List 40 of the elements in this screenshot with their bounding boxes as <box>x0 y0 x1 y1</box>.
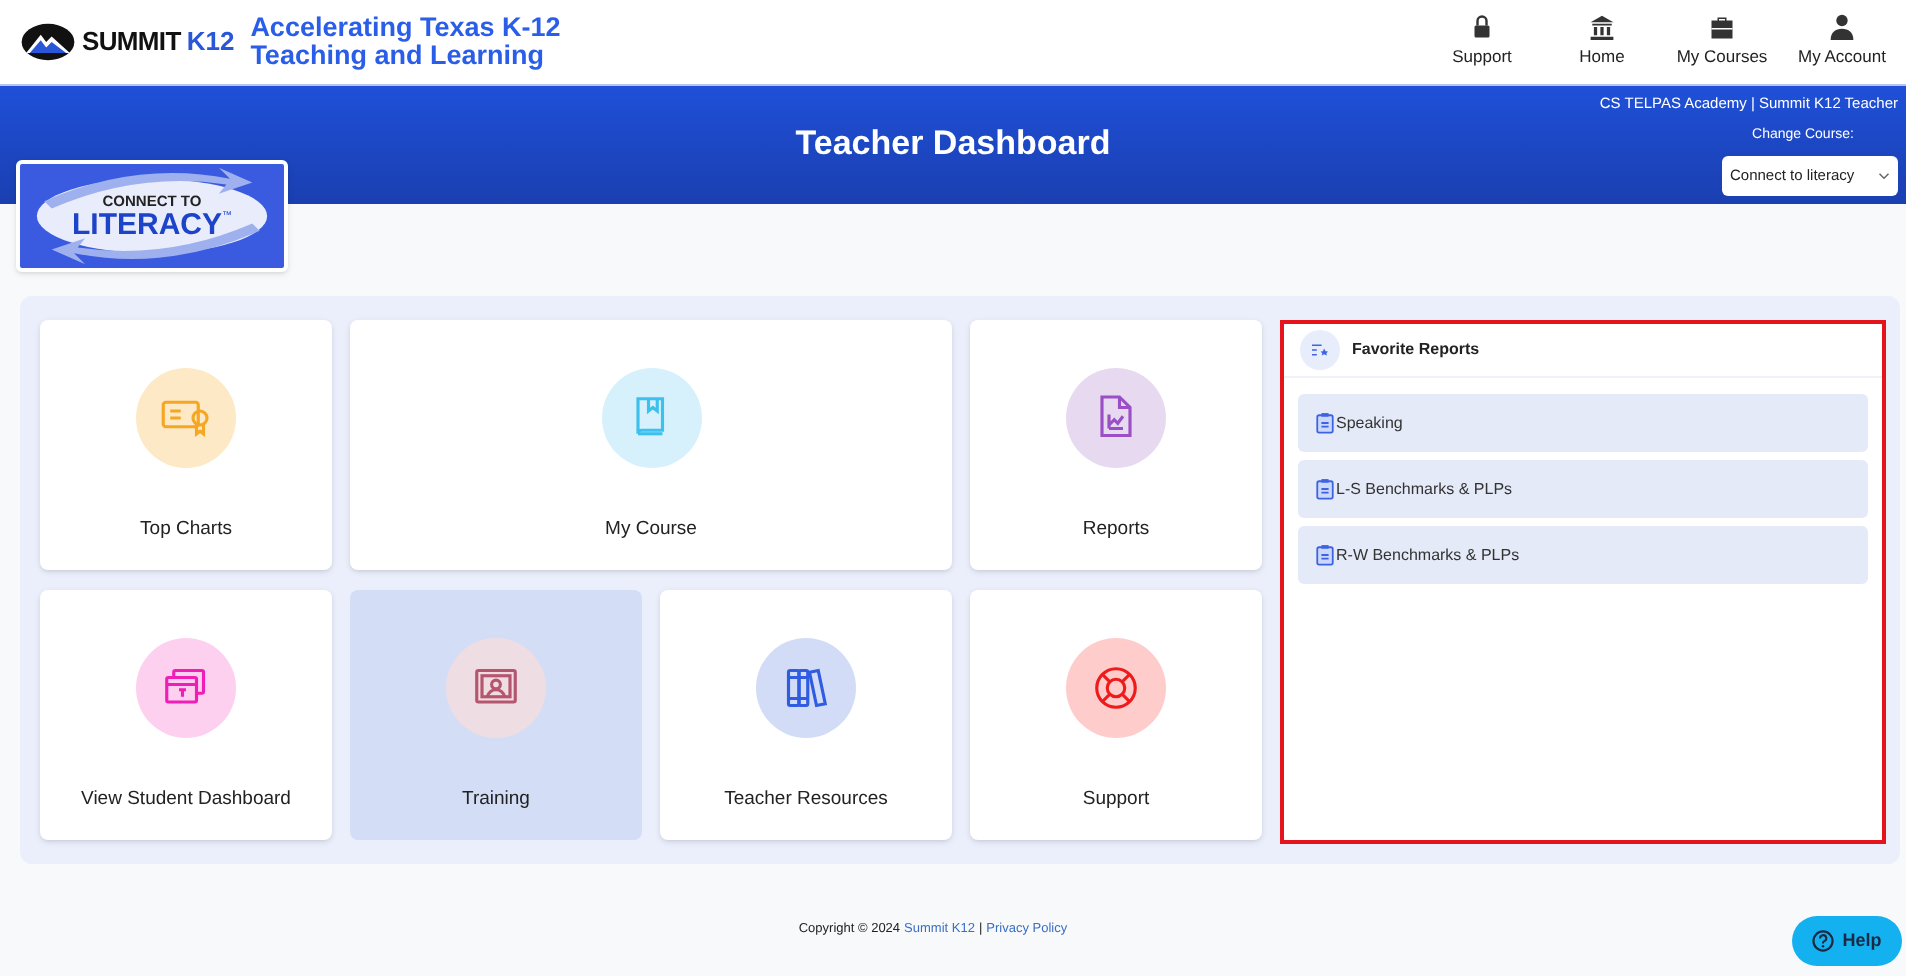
lock-icon <box>1470 14 1494 41</box>
tile-label: Teacher Resources <box>724 786 888 814</box>
logo-wordmark: LITERACY <box>72 209 222 241</box>
brand-suffix: K12 <box>186 24 235 61</box>
tile-label: Training <box>462 786 530 814</box>
tile-label: Top Charts <box>140 516 232 544</box>
page-title: Teacher Dashboard <box>795 122 1111 166</box>
briefcase-icon <box>1708 16 1736 41</box>
dashboard-tile[interactable]: Teacher Resources <box>660 590 952 840</box>
star-list-icon <box>1300 330 1340 370</box>
brand-name: SUMMIT <box>82 24 181 61</box>
dashboard-tile[interactable]: Reports <box>970 320 1262 570</box>
user-icon <box>1828 14 1856 41</box>
nav-link[interactable]: Support <box>1426 14 1538 70</box>
tagline: Teaching and Learning <box>250 42 546 70</box>
dashboard-tile[interactable]: Training <box>350 590 642 840</box>
dashboard-tile[interactable]: My Course <box>350 320 952 570</box>
tagline: Accelerating Texas K-12 <box>250 14 561 42</box>
nav-link[interactable]: Home <box>1546 14 1658 70</box>
tile-label: My Course <box>605 516 697 544</box>
bank-icon <box>1588 14 1616 41</box>
mountain-logo-icon <box>20 22 76 62</box>
report-link[interactable]: Speaking <box>1298 394 1868 452</box>
report-link[interactable]: L-S Benchmarks & PLPs <box>1298 460 1868 518</box>
tile-label: Support <box>1082 786 1150 814</box>
clipboard-icon <box>1316 544 1334 566</box>
dashboard-tile[interactable]: View Student Dashboard <box>40 590 332 840</box>
panel-title: Favorite Reports <box>1352 338 1480 362</box>
tile-label: Reports <box>1082 516 1150 544</box>
clipboard-icon <box>1316 412 1334 434</box>
question-icon <box>1812 930 1835 952</box>
report-link[interactable]: R-W Benchmarks & PLPs <box>1298 526 1868 584</box>
chevron-down-icon <box>1878 171 1890 180</box>
nav-link[interactable]: My Courses <box>1666 16 1778 70</box>
clipboard-icon <box>1316 478 1334 500</box>
tile-label: View Student Dashboard <box>81 786 291 814</box>
help-button[interactable]: Help <box>1792 916 1902 966</box>
nav-link[interactable]: My Account <box>1786 14 1898 70</box>
dashboard-tile[interactable]: Top Charts <box>40 320 332 570</box>
dashboard-tile[interactable]: Support <box>970 590 1262 840</box>
